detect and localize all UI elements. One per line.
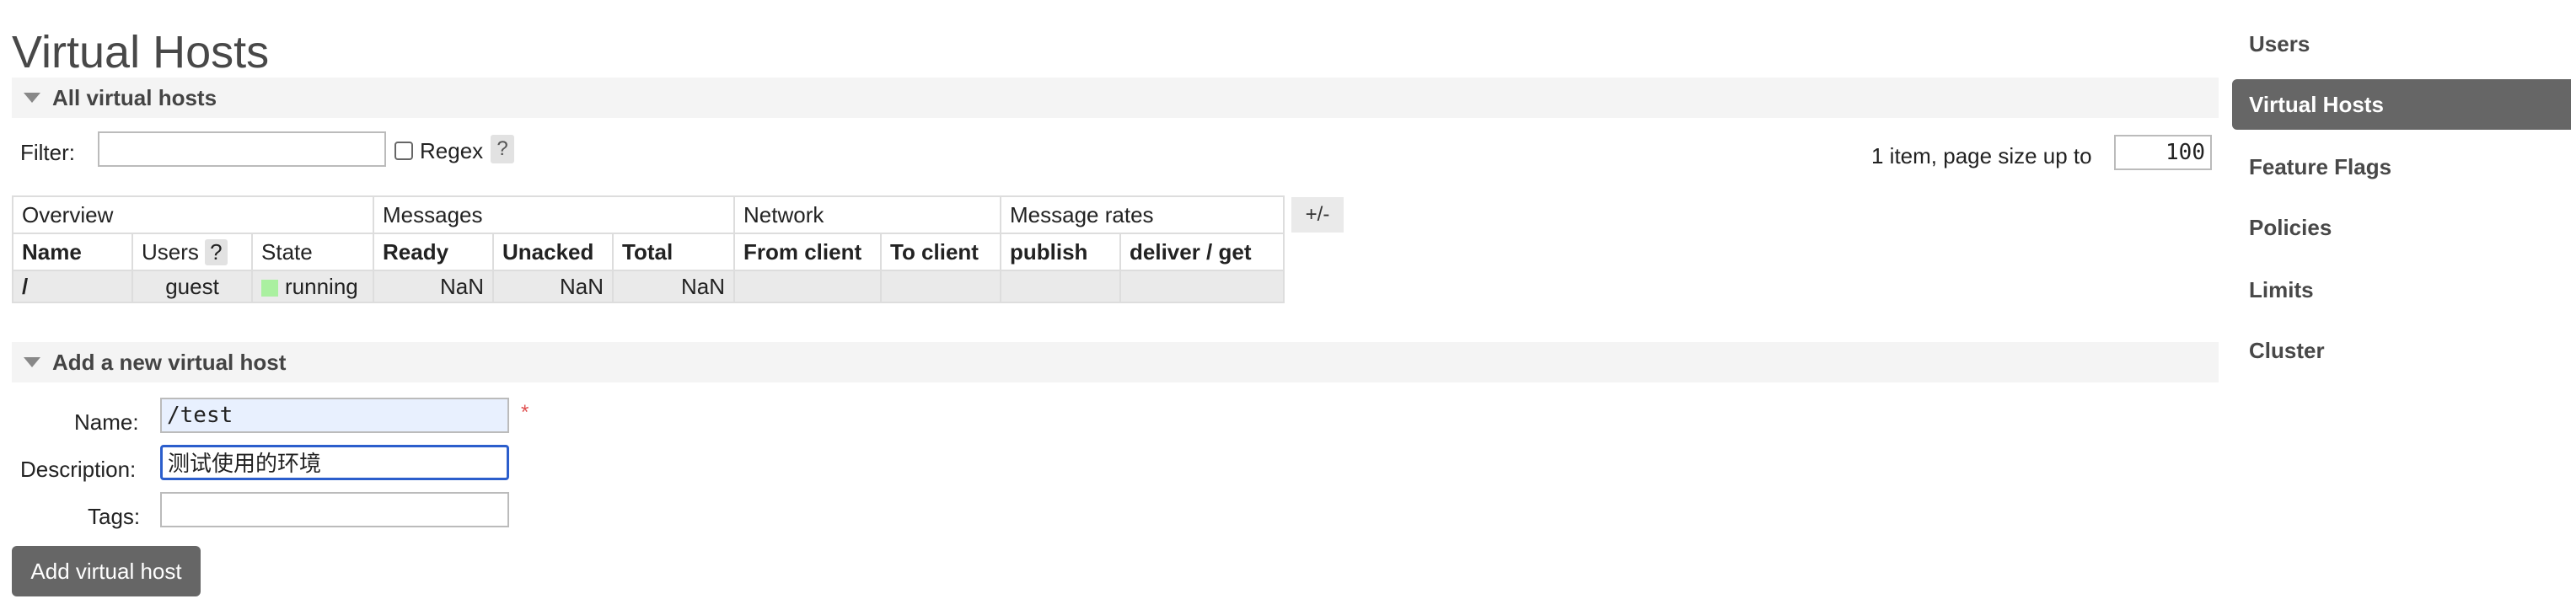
name-input[interactable]: /test [160,398,509,433]
sidebar-item-cluster[interactable]: Cluster [2232,325,2571,376]
tags-label: Tags: [88,504,141,529]
required-marker: * [521,401,529,424]
col-from-client[interactable]: From client [733,233,882,271]
col-state[interactable]: State [251,233,374,271]
group-network: Network [733,195,1001,234]
row-total: NaN [612,270,735,303]
filter-label: Filter: [20,140,75,165]
col-ready[interactable]: Ready [373,233,494,271]
row-deliver-get [1119,270,1285,303]
filter-input[interactable] [98,131,386,167]
row-publish [1000,270,1121,303]
tags-input[interactable] [160,492,509,527]
virtual-hosts-table: Overview Messages Network Message rates … [12,195,1285,303]
sidebar-item-limits[interactable]: Limits [2232,265,2571,315]
add-virtual-host-button[interactable]: Add virtual host [12,546,201,596]
description-label: Description: [20,457,137,482]
col-name[interactable]: Name [12,233,133,271]
group-message-rates: Message rates [1000,195,1285,234]
row-ready: NaN [373,270,494,303]
sidebar-item-users[interactable]: Users [2232,19,2571,69]
col-users-label: Users [142,238,199,265]
col-users[interactable]: Users ? [131,233,253,271]
row-name-link[interactable]: / [12,270,133,303]
sidebar-item-feature-flags[interactable]: Feature Flags [2232,142,2571,192]
row-users: guest [131,270,253,303]
add-virtual-host-header[interactable]: Add a new virtual host [12,342,2219,382]
table-group-header-row: Overview Messages Network Message rates [12,195,1285,234]
col-unacked[interactable]: Unacked [492,233,614,271]
description-input[interactable]: 测试使用的环境 [160,445,509,480]
table-row: / guest running NaN NaN NaN [12,270,1285,303]
col-total[interactable]: Total [612,233,735,271]
sidebar-item-virtual-hosts[interactable]: Virtual Hosts [2232,79,2571,130]
regex-checkbox[interactable] [394,142,413,160]
collapse-triangle-icon [24,93,40,104]
group-overview: Overview [12,195,374,234]
pagination-summary: 1 item, page size up to [1871,143,2092,168]
row-unacked: NaN [492,270,614,303]
row-to-client [880,270,1001,303]
row-state: running [251,270,374,303]
sidebar-item-policies[interactable]: Policies [2232,202,2571,253]
table-column-header-row: Name Users ? State Ready Unacked Total F… [12,233,1285,271]
group-messages: Messages [373,195,735,234]
page-title: Virtual Hosts [12,27,270,78]
col-to-client[interactable]: To client [880,233,1001,271]
name-label: Name: [74,409,139,435]
row-from-client [733,270,882,303]
regex-help-button[interactable]: ? [491,135,514,163]
running-state-icon [261,279,278,297]
page-size-input[interactable]: 100 [2114,135,2212,170]
col-deliver-get[interactable]: deliver / get [1119,233,1285,271]
toggle-columns-button[interactable]: +/- [1291,197,1344,233]
row-state-label: running [285,273,358,299]
regex-label: Regex [420,138,484,163]
col-publish[interactable]: publish [1000,233,1121,271]
add-virtual-host-title: Add a new virtual host [52,350,287,375]
all-virtual-hosts-header[interactable]: All virtual hosts [12,78,2219,118]
users-help-button[interactable]: ? [205,238,228,265]
all-virtual-hosts-title: All virtual hosts [52,85,217,110]
collapse-triangle-icon [24,357,40,368]
